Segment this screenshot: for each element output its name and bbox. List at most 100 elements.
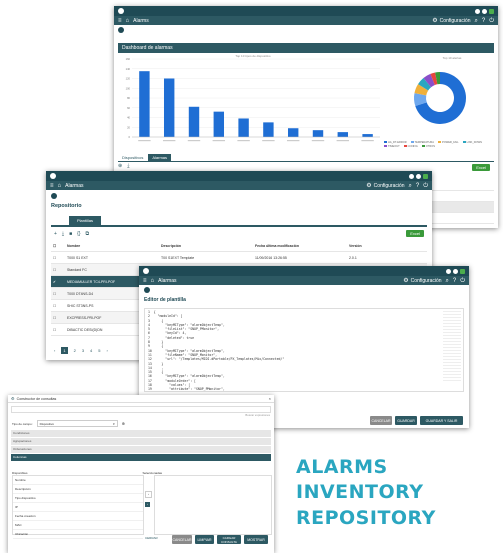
bar[interactable] bbox=[263, 122, 274, 137]
column-descripcion[interactable]: Descripción bbox=[159, 240, 253, 252]
query-section[interactable]: Columnas bbox=[11, 454, 271, 461]
add-icon[interactable]: ⊕ bbox=[118, 163, 122, 169]
excel-button[interactable]: Excel bbox=[472, 164, 490, 171]
legend-item[interactable]: LINK_DOWN bbox=[462, 141, 482, 144]
app-logo-icon[interactable] bbox=[118, 8, 124, 14]
download-icon[interactable]: ⤓ bbox=[62, 231, 64, 237]
add-field-icon[interactable]: ⊕ bbox=[122, 421, 125, 426]
page-number[interactable]: 5 bbox=[98, 348, 100, 353]
show-button[interactable]: MOSTRAR bbox=[244, 535, 268, 544]
power-icon[interactable]: ⏻ bbox=[423, 183, 428, 189]
tab-alarmas[interactable]: Alarmas bbox=[148, 154, 172, 161]
status-icon[interactable] bbox=[489, 8, 494, 14]
row-checkbox[interactable]: ☐ bbox=[51, 323, 65, 336]
menu-icon[interactable]: ≡ bbox=[143, 278, 147, 284]
notifications-icon[interactable] bbox=[416, 173, 421, 179]
prev-page-icon[interactable]: ‹ bbox=[54, 348, 55, 353]
excel-button[interactable]: Excel bbox=[406, 230, 424, 237]
download-icon[interactable]: ⤓ bbox=[127, 163, 129, 169]
power-icon[interactable]: ⏻ bbox=[460, 278, 465, 284]
close-icon[interactable]: × bbox=[269, 396, 271, 401]
search-icon[interactable]: ⌕ bbox=[409, 183, 412, 189]
home-icon[interactable]: ⌂ bbox=[151, 278, 155, 284]
list-item[interactable]: Nombre bbox=[13, 476, 143, 485]
row-checkbox[interactable]: ☐ bbox=[51, 311, 65, 324]
page-number[interactable]: 2 bbox=[74, 348, 76, 353]
config-button[interactable]: ⚙ Configuración bbox=[366, 183, 404, 189]
legend-item[interactable]: TIMEOUT bbox=[384, 145, 400, 148]
home-icon[interactable]: ⌂ bbox=[58, 183, 62, 189]
cancel-button[interactable]: CANCELAR bbox=[370, 416, 392, 425]
bar[interactable] bbox=[312, 130, 324, 137]
bar[interactable] bbox=[337, 132, 349, 137]
tab-plantillas[interactable]: Plantillas bbox=[69, 216, 102, 225]
copy-icon[interactable]: ⧉ bbox=[86, 231, 90, 237]
legend-item[interactable]: CONFIG bbox=[403, 145, 418, 148]
list-item[interactable]: Tipo dispositivo bbox=[13, 494, 143, 503]
row-checkbox[interactable]: ☐ bbox=[51, 287, 65, 300]
close-text-button[interactable]: CERRAR bbox=[145, 536, 158, 540]
bar[interactable] bbox=[163, 78, 175, 138]
page-number[interactable]: 1 bbox=[61, 347, 68, 354]
config-button[interactable]: ⚙ Configuración bbox=[403, 278, 441, 284]
select-all-checkbox[interactable]: ☐ bbox=[51, 240, 65, 252]
app-logo-icon[interactable] bbox=[50, 173, 56, 179]
next-page-icon[interactable]: › bbox=[107, 348, 108, 353]
list-item[interactable]: IP bbox=[13, 503, 143, 512]
code-editor[interactable]: 1 {2 "moduleId": [3 {4 "keyMIType": "ala… bbox=[144, 308, 464, 392]
power-icon[interactable]: ⏻ bbox=[489, 18, 494, 24]
list-item[interactable]: Descripción bbox=[13, 485, 143, 494]
bar[interactable] bbox=[213, 111, 225, 137]
status-icon[interactable] bbox=[460, 268, 465, 274]
add-icon[interactable]: + bbox=[54, 231, 57, 237]
available-list[interactable]: Nombre Descripción Tipo dispositivo IP Fecha… bbox=[12, 475, 144, 539]
page-number[interactable]: 3 bbox=[82, 348, 84, 353]
query-section[interactable]: Agrupaciones bbox=[11, 438, 271, 445]
search-icon[interactable]: ⌕ bbox=[475, 18, 478, 24]
row-checkbox[interactable]: ✔ bbox=[51, 275, 65, 288]
list-item[interactable]: MAC bbox=[13, 521, 143, 530]
move-left-icon[interactable]: ‹ bbox=[145, 502, 150, 507]
load-query-button[interactable]: CARGAR CONSULTA bbox=[217, 535, 241, 544]
bar[interactable] bbox=[362, 134, 373, 137]
list-item[interactable]: Fecha creación bbox=[13, 512, 143, 521]
app-logo-icon[interactable] bbox=[143, 268, 149, 274]
tab-dispositivos[interactable]: Dispositivos bbox=[118, 154, 148, 161]
legend-item[interactable]: POWER_FAIL bbox=[438, 141, 459, 144]
expression-search-input[interactable] bbox=[11, 406, 271, 413]
help-icon[interactable]: ? bbox=[453, 278, 456, 284]
list-item[interactable]: Ubicación bbox=[13, 530, 143, 539]
legend-item[interactable]: TEMPERATURA bbox=[410, 141, 434, 144]
bar[interactable] bbox=[139, 71, 150, 137]
column-fecha[interactable]: Fecha última modificación bbox=[253, 240, 347, 252]
notifications-icon[interactable] bbox=[453, 268, 458, 274]
field-type-select[interactable]: Dispositivo ▾ bbox=[36, 420, 118, 427]
user-icon[interactable] bbox=[409, 173, 414, 179]
user-icon[interactable] bbox=[446, 268, 451, 274]
bar[interactable] bbox=[188, 106, 200, 137]
move-right-icon[interactable]: › bbox=[145, 491, 152, 498]
query-section[interactable]: Condiciones bbox=[11, 430, 271, 437]
row-checkbox[interactable]: ☐ bbox=[51, 251, 65, 264]
config-button[interactable]: ⚙ Configuración bbox=[432, 18, 470, 24]
save-button[interactable]: GUARDAR bbox=[395, 416, 417, 425]
help-icon[interactable]: ? bbox=[482, 18, 485, 24]
bar[interactable] bbox=[238, 118, 249, 137]
column-nombre[interactable]: Nombre bbox=[65, 240, 159, 252]
column-version[interactable]: Versión bbox=[347, 240, 427, 252]
legend-item[interactable]: OTROS bbox=[421, 145, 435, 148]
legend-item[interactable]: HA_DT-ERROR bbox=[384, 141, 407, 144]
query-section[interactable]: Ordenaciones bbox=[11, 446, 271, 453]
table-row[interactable]: ☐ T000 S1 EXT T00 S1EXT Template 11/09/2016… bbox=[51, 251, 427, 264]
menu-icon[interactable]: ≡ bbox=[50, 183, 54, 189]
code-minimap[interactable] bbox=[443, 311, 461, 381]
selected-list[interactable] bbox=[154, 475, 272, 535]
user-icon[interactable] bbox=[475, 8, 480, 14]
bar[interactable] bbox=[287, 128, 299, 137]
help-icon[interactable]: ? bbox=[416, 183, 419, 189]
cancel-query-button[interactable]: CANCELAR bbox=[172, 535, 192, 544]
notifications-icon[interactable] bbox=[482, 8, 487, 14]
row-checkbox[interactable]: ☐ bbox=[51, 263, 65, 276]
code-icon[interactable]: {} bbox=[77, 231, 80, 237]
home-icon[interactable]: ⌂ bbox=[126, 18, 130, 24]
